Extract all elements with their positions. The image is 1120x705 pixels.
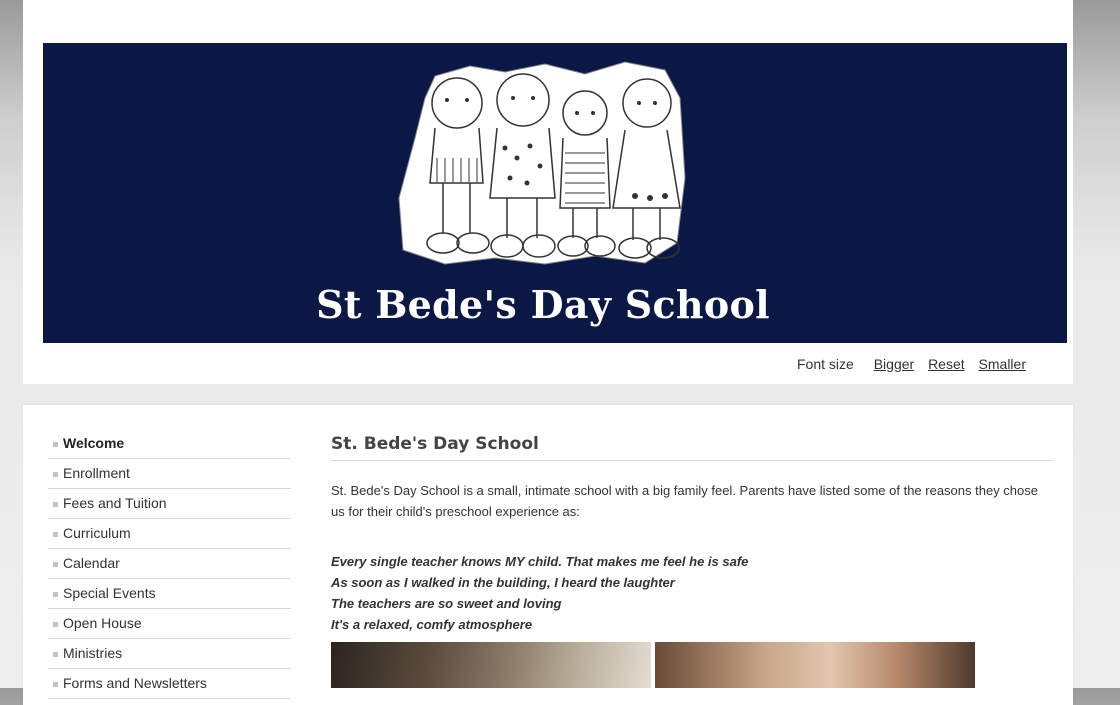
font-smaller-link[interactable]: Smaller (979, 356, 1026, 372)
parent-quotes: Every single teacher knows MY child. Tha… (331, 551, 1054, 635)
font-size-label: Font size (797, 356, 854, 372)
quote-item: Every single teacher knows MY child. Tha… (331, 554, 749, 569)
sidebar-item-curriculum[interactable]: Curriculum (48, 519, 291, 549)
quote-item: It's a relaxed, comfy atmosphere (331, 617, 533, 632)
quote-item: As soon as I walked in the building, I h… (331, 575, 675, 590)
sidebar-item-welcome[interactable]: Welcome (48, 429, 291, 459)
sidebar-item-forms-and-newsletters[interactable]: Forms and Newsletters (48, 669, 291, 699)
site-title: St Bede's Day School (316, 282, 770, 327)
main-content: St. Bede's Day School St. Bede's Day Sch… (331, 430, 1054, 635)
sidebar-nav: Welcome Enrollment Fees and Tuition Curr… (48, 429, 291, 699)
sidebar-item-special-events[interactable]: Special Events (48, 579, 291, 609)
quote-item: The teachers are so sweet and loving (331, 596, 562, 611)
font-reset-link[interactable]: Reset (928, 356, 965, 372)
children-illustration (398, 61, 686, 265)
sidebar-item-ministries[interactable]: Ministries (48, 639, 291, 669)
page-title: St. Bede's Day School (331, 430, 1054, 461)
classroom-photo (331, 642, 651, 688)
children-photo (655, 642, 975, 688)
intro-paragraph: St. Bede's Day School is a small, intima… (331, 483, 1038, 519)
sidebar-item-enrollment[interactable]: Enrollment (48, 459, 291, 489)
site-banner[interactable]: St Bede's Day School (43, 43, 1067, 343)
font-bigger-link[interactable]: Bigger (874, 356, 914, 372)
font-size-controls: Font size Bigger Reset Smaller (797, 356, 1026, 372)
sidebar-item-open-house[interactable]: Open House (48, 609, 291, 639)
sidebar-item-fees-and-tuition[interactable]: Fees and Tuition (48, 489, 291, 519)
sidebar-item-calendar[interactable]: Calendar (48, 549, 291, 579)
